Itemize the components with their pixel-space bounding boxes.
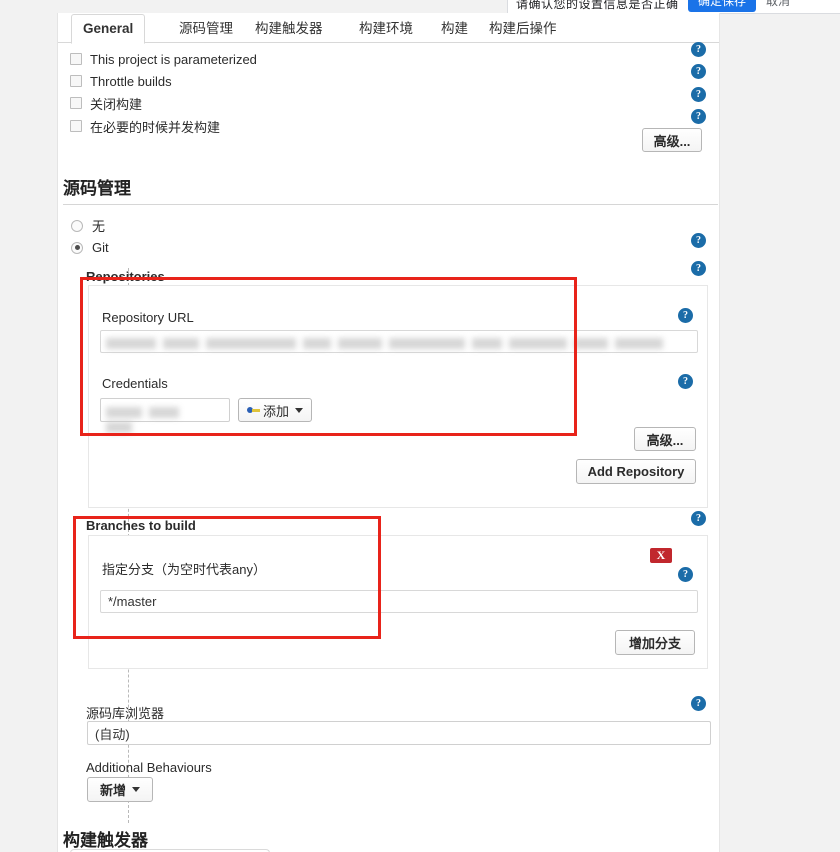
help-icon-concurrent-build[interactable]: ? (691, 109, 706, 124)
additional-behaviours-add-label: 新增 (99, 783, 126, 798)
radio-label-none: 无 (92, 219, 106, 234)
checkbox-concurrent-build[interactable] (70, 120, 82, 132)
top-dialog-primary-button[interactable]: 确定保存 (688, 0, 756, 12)
additional-behaviours-add-button[interactable]: 新增 (87, 777, 153, 802)
top-dialog-fragment: 请确认您的设置信息是否正确 确定保存 取消 (507, 0, 840, 14)
branches-to-build-label: Branches to build (86, 518, 196, 533)
help-icon-branch-specifier[interactable]: ? (678, 567, 693, 582)
repository-browser-label: 源码库浏览器 (86, 706, 165, 721)
radio-label-git: Git (92, 240, 109, 255)
help-icon-parameterized[interactable]: ? (691, 42, 706, 57)
chevron-down-icon (295, 407, 304, 413)
key-icon (247, 406, 260, 415)
credentials-redaction (106, 404, 216, 434)
top-dialog-secondary-button[interactable]: 取消 (766, 0, 790, 9)
radio-scm-none[interactable] (71, 219, 83, 232)
help-icon-branches[interactable]: ? (691, 511, 706, 526)
branch-specifier-label: 指定分支（为空时代表any） (102, 562, 266, 577)
checkbox-label-disable-build: 关闭构建 (90, 96, 143, 112)
help-icon-disable-build[interactable]: ? (691, 87, 706, 102)
radio-scm-git[interactable] (71, 241, 83, 254)
repository-url-label: Repository URL (102, 310, 194, 325)
help-icon-throttle[interactable]: ? (691, 64, 706, 79)
tab-build-trigger[interactable]: 构建触发器 (244, 15, 334, 43)
checkbox-label-concurrent-build: 在必要的时候并发构建 (90, 119, 221, 135)
general-advanced-button[interactable]: 高级... (642, 128, 702, 152)
repository-browser-select[interactable]: (自动) (87, 721, 711, 745)
help-icon-credentials[interactable]: ? (678, 374, 693, 389)
tab-post-build[interactable]: 构建后操作 (478, 15, 568, 43)
help-icon-repository-url[interactable]: ? (678, 308, 693, 323)
add-repository-button[interactable]: Add Repository (576, 459, 696, 484)
repository-advanced-button[interactable]: 高级... (634, 427, 696, 451)
additional-behaviours-label: Additional Behaviours (86, 760, 212, 775)
checkbox-row-concurrent-build[interactable]: 在必要的时候并发构建 (70, 115, 220, 137)
tab-build-env[interactable]: 构建环境 (348, 15, 424, 43)
tab-scm[interactable]: 源码管理 (168, 15, 244, 43)
repository-url-redaction (106, 335, 676, 350)
help-icon-repositories[interactable]: ? (691, 261, 706, 276)
add-branch-button[interactable]: 增加分支 (615, 630, 695, 655)
credentials-add-button[interactable]: 添加 (238, 398, 312, 422)
help-icon-git[interactable]: ? (691, 233, 706, 248)
repositories-label: Repositories (86, 269, 165, 284)
config-tab-bar: General 源码管理 构建触发器 构建环境 构建 构建后操作 (58, 13, 719, 44)
credentials-label: Credentials (102, 376, 168, 391)
job-config-panel: General 源码管理 构建触发器 构建环境 构建 构建后操作 This pr… (57, 13, 720, 852)
branch-delete-button[interactable]: X (650, 548, 672, 563)
checkbox-row-disable-build[interactable]: 关闭构建 (70, 92, 142, 114)
checkbox-row-parameterized[interactable]: This project is parameterized (70, 48, 257, 70)
radio-row-none[interactable]: 无 (71, 216, 105, 235)
checkbox-label-parameterized: This project is parameterized (90, 51, 257, 67)
top-dialog-message: 请确认您的设置信息是否正确 (516, 0, 679, 11)
radio-row-git[interactable]: Git (71, 240, 109, 255)
checkbox-label-throttle: Throttle builds (90, 73, 172, 89)
chevron-down-icon (132, 787, 140, 792)
checkbox-row-throttle[interactable]: Throttle builds (70, 70, 172, 92)
checkbox-throttle[interactable] (70, 75, 82, 87)
checkbox-disable-build[interactable] (70, 97, 82, 109)
tab-build[interactable]: 构建 (430, 15, 479, 43)
credentials-add-label: 添加 (263, 403, 290, 419)
help-icon-repository-browser[interactable]: ? (691, 696, 706, 711)
checkbox-parameterized[interactable] (70, 53, 82, 65)
scm-section-heading: 源码管理 (63, 174, 718, 205)
tab-general[interactable]: General (71, 14, 146, 44)
branch-specifier-input[interactable]: */master (100, 590, 698, 613)
